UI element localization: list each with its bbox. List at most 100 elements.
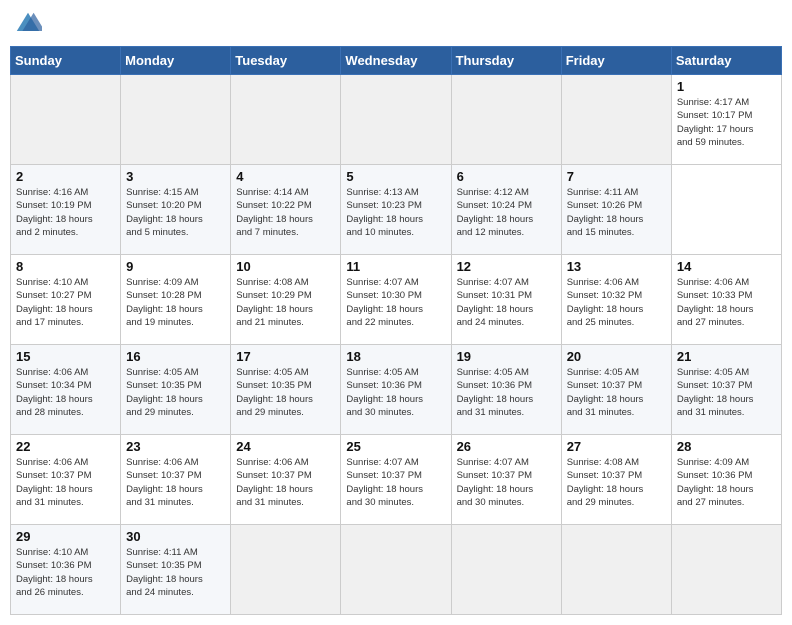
- day-info: Sunrise: 4:17 AM Sunset: 10:17 PM Daylig…: [677, 96, 776, 149]
- calendar-table: SundayMondayTuesdayWednesdayThursdayFrid…: [10, 46, 782, 615]
- day-info: Sunrise: 4:14 AM Sunset: 10:22 PM Daylig…: [236, 186, 335, 239]
- calendar-cell: [561, 75, 671, 165]
- day-info: Sunrise: 4:08 AM Sunset: 10:29 PM Daylig…: [236, 276, 335, 329]
- calendar-cell: 24 Sunrise: 4:06 AM Sunset: 10:37 PM Dayl…: [231, 435, 341, 525]
- calendar-cell: 17 Sunrise: 4:05 AM Sunset: 10:35 PM Dayl…: [231, 345, 341, 435]
- day-number: 4: [236, 169, 335, 184]
- calendar-cell: 30 Sunrise: 4:11 AM Sunset: 10:35 PM Dayl…: [121, 525, 231, 615]
- day-number: 27: [567, 439, 666, 454]
- day-number: 12: [457, 259, 556, 274]
- col-header-tuesday: Tuesday: [231, 47, 341, 75]
- calendar-cell: 4 Sunrise: 4:14 AM Sunset: 10:22 PM Dayli…: [231, 165, 341, 255]
- day-number: 25: [346, 439, 445, 454]
- calendar-cell: 16 Sunrise: 4:05 AM Sunset: 10:35 PM Dayl…: [121, 345, 231, 435]
- day-info: Sunrise: 4:05 AM Sunset: 10:37 PM Daylig…: [677, 366, 776, 419]
- calendar-cell: 8 Sunrise: 4:10 AM Sunset: 10:27 PM Dayli…: [11, 255, 121, 345]
- day-info: Sunrise: 4:10 AM Sunset: 10:36 PM Daylig…: [16, 546, 115, 599]
- calendar-cell: 5Sunrise: 4:13 AM Sunset: 10:23 PM Dayli…: [341, 165, 451, 255]
- calendar-cell: 29 Sunrise: 4:10 AM Sunset: 10:36 PM Dayl…: [11, 525, 121, 615]
- calendar-cell: 14 Sunrise: 4:06 AM Sunset: 10:33 PM Dayl…: [671, 255, 781, 345]
- day-number: 16: [126, 349, 225, 364]
- day-info: Sunrise: 4:07 AM Sunset: 10:37 PM Daylig…: [346, 456, 445, 509]
- col-header-friday: Friday: [561, 47, 671, 75]
- day-number: 6: [457, 169, 556, 184]
- day-info: Sunrise: 4:07 AM Sunset: 10:31 PM Daylig…: [457, 276, 556, 329]
- day-number: 21: [677, 349, 776, 364]
- calendar-cell: 6 Sunrise: 4:12 AM Sunset: 10:24 PM Dayli…: [451, 165, 561, 255]
- calendar-cell: [11, 75, 121, 165]
- page-header: [10, 10, 782, 38]
- calendar-week-4: 15 Sunrise: 4:06 AM Sunset: 10:34 PM Dayl…: [11, 345, 782, 435]
- day-info: Sunrise: 4:13 AM Sunset: 10:23 PM Daylig…: [346, 186, 445, 239]
- calendar-cell: 19 Sunrise: 4:05 AM Sunset: 10:36 PM Dayl…: [451, 345, 561, 435]
- day-info: Sunrise: 4:06 AM Sunset: 10:37 PM Daylig…: [236, 456, 335, 509]
- day-number: 19: [457, 349, 556, 364]
- day-number: 8: [16, 259, 115, 274]
- day-number: 24: [236, 439, 335, 454]
- day-number: 28: [677, 439, 776, 454]
- day-info: Sunrise: 4:06 AM Sunset: 10:32 PM Daylig…: [567, 276, 666, 329]
- day-info: Sunrise: 4:15 AM Sunset: 10:20 PM Daylig…: [126, 186, 225, 239]
- day-number: 23: [126, 439, 225, 454]
- calendar-week-6: 29 Sunrise: 4:10 AM Sunset: 10:36 PM Dayl…: [11, 525, 782, 615]
- day-info: Sunrise: 4:05 AM Sunset: 10:36 PM Daylig…: [457, 366, 556, 419]
- calendar-cell: 18 Sunrise: 4:05 AM Sunset: 10:36 PM Dayl…: [341, 345, 451, 435]
- day-number: 10: [236, 259, 335, 274]
- calendar-cell: 22 Sunrise: 4:06 AM Sunset: 10:37 PM Dayl…: [11, 435, 121, 525]
- calendar-cell: 21 Sunrise: 4:05 AM Sunset: 10:37 PM Dayl…: [671, 345, 781, 435]
- logo: [14, 10, 46, 38]
- day-info: Sunrise: 4:06 AM Sunset: 10:34 PM Daylig…: [16, 366, 115, 419]
- day-number: 7: [567, 169, 666, 184]
- calendar-cell: [561, 525, 671, 615]
- calendar-cell: [121, 75, 231, 165]
- col-header-wednesday: Wednesday: [341, 47, 451, 75]
- day-info: Sunrise: 4:11 AM Sunset: 10:35 PM Daylig…: [126, 546, 225, 599]
- calendar-cell: [451, 75, 561, 165]
- day-info: Sunrise: 4:05 AM Sunset: 10:35 PM Daylig…: [126, 366, 225, 419]
- calendar-cell: 2 Sunrise: 4:16 AM Sunset: 10:19 PM Dayli…: [11, 165, 121, 255]
- calendar-cell: [341, 75, 451, 165]
- calendar-cell: 3 Sunrise: 4:15 AM Sunset: 10:20 PM Dayli…: [121, 165, 231, 255]
- day-number: 15: [16, 349, 115, 364]
- day-number: 3: [126, 169, 225, 184]
- day-number: 22: [16, 439, 115, 454]
- calendar-cell: 10 Sunrise: 4:08 AM Sunset: 10:29 PM Dayl…: [231, 255, 341, 345]
- calendar-cell: [231, 75, 341, 165]
- day-number: 18: [346, 349, 445, 364]
- day-number: 17: [236, 349, 335, 364]
- calendar-cell: [671, 525, 781, 615]
- day-info: Sunrise: 4:07 AM Sunset: 10:30 PM Daylig…: [346, 276, 445, 329]
- day-info: Sunrise: 4:05 AM Sunset: 10:35 PM Daylig…: [236, 366, 335, 419]
- calendar-cell: 13Sunrise: 4:06 AM Sunset: 10:32 PM Dayl…: [561, 255, 671, 345]
- calendar-week-3: 8 Sunrise: 4:10 AM Sunset: 10:27 PM Dayli…: [11, 255, 782, 345]
- day-info: Sunrise: 4:07 AM Sunset: 10:37 PM Daylig…: [457, 456, 556, 509]
- calendar-cell: 1Sunrise: 4:17 AM Sunset: 10:17 PM Dayli…: [671, 75, 781, 165]
- day-info: Sunrise: 4:05 AM Sunset: 10:36 PM Daylig…: [346, 366, 445, 419]
- calendar-cell: 9Sunrise: 4:09 AM Sunset: 10:28 PM Dayli…: [121, 255, 231, 345]
- day-number: 20: [567, 349, 666, 364]
- day-info: Sunrise: 4:06 AM Sunset: 10:37 PM Daylig…: [16, 456, 115, 509]
- col-header-thursday: Thursday: [451, 47, 561, 75]
- calendar-cell: 27Sunrise: 4:08 AM Sunset: 10:37 PM Dayl…: [561, 435, 671, 525]
- calendar-week-1: 1Sunrise: 4:17 AM Sunset: 10:17 PM Dayli…: [11, 75, 782, 165]
- day-number: 30: [126, 529, 225, 544]
- day-number: 9: [126, 259, 225, 274]
- col-header-monday: Monday: [121, 47, 231, 75]
- day-number: 14: [677, 259, 776, 274]
- day-info: Sunrise: 4:06 AM Sunset: 10:37 PM Daylig…: [126, 456, 225, 509]
- day-number: 2: [16, 169, 115, 184]
- calendar-cell: [231, 525, 341, 615]
- day-number: 26: [457, 439, 556, 454]
- day-number: 11: [346, 259, 445, 274]
- day-number: 29: [16, 529, 115, 544]
- day-info: Sunrise: 4:11 AM Sunset: 10:26 PM Daylig…: [567, 186, 666, 239]
- day-info: Sunrise: 4:06 AM Sunset: 10:33 PM Daylig…: [677, 276, 776, 329]
- calendar-cell: [451, 525, 561, 615]
- calendar-cell: 26 Sunrise: 4:07 AM Sunset: 10:37 PM Dayl…: [451, 435, 561, 525]
- day-info: Sunrise: 4:10 AM Sunset: 10:27 PM Daylig…: [16, 276, 115, 329]
- calendar-cell: 15 Sunrise: 4:06 AM Sunset: 10:34 PM Dayl…: [11, 345, 121, 435]
- day-info: Sunrise: 4:16 AM Sunset: 10:19 PM Daylig…: [16, 186, 115, 239]
- calendar-cell: 23 Sunrise: 4:06 AM Sunset: 10:37 PM Dayl…: [121, 435, 231, 525]
- day-info: Sunrise: 4:12 AM Sunset: 10:24 PM Daylig…: [457, 186, 556, 239]
- calendar-cell: 11 Sunrise: 4:07 AM Sunset: 10:30 PM Dayl…: [341, 255, 451, 345]
